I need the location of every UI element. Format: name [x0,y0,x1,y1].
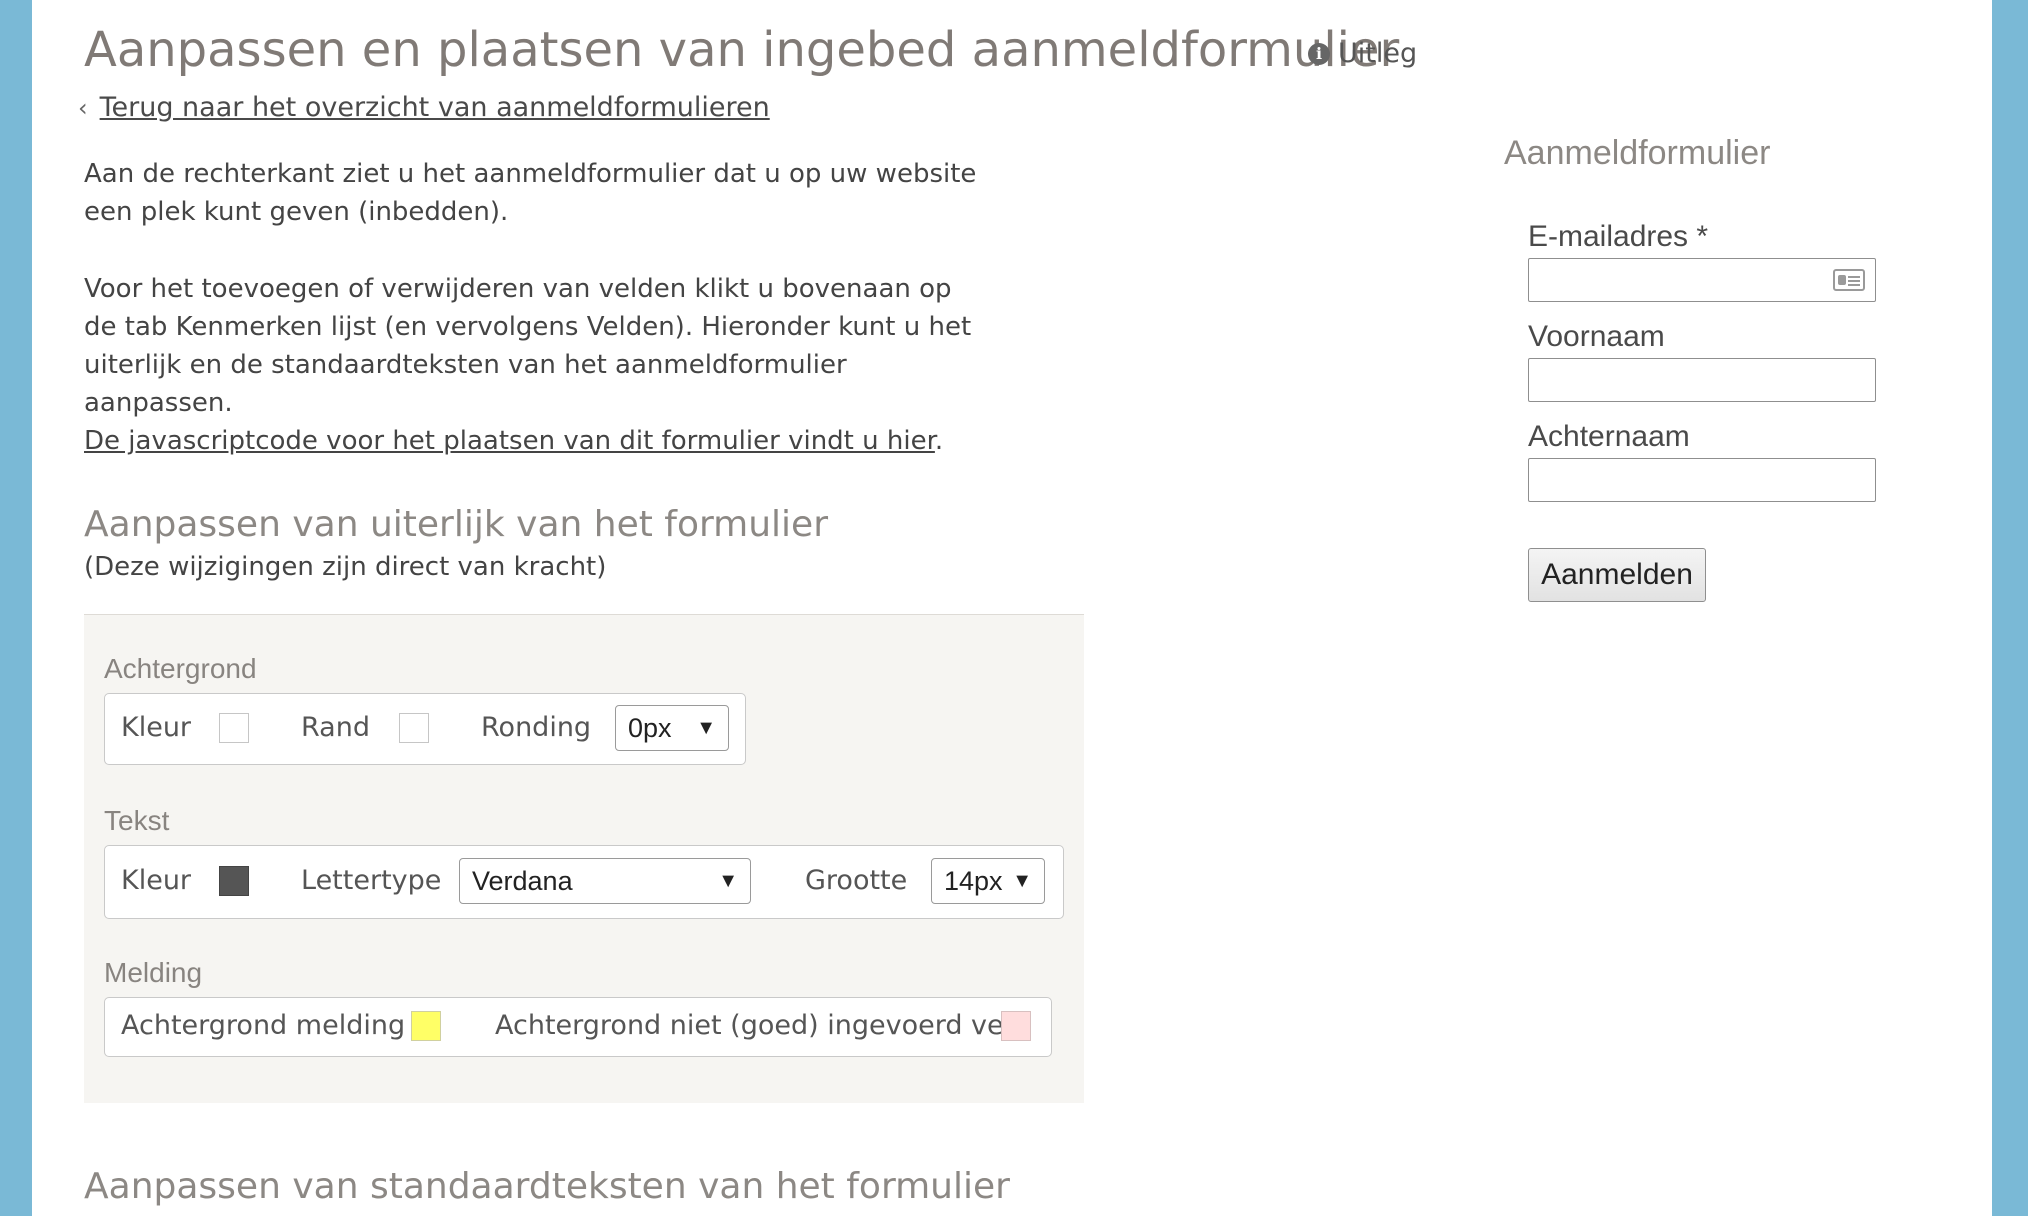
font-label: Lettertype [301,865,442,896]
invalid-field-bg-label: Achtergrond niet (goed) ingevoerd veld [495,1010,1029,1041]
text-group: Kleur Lettertype Verdana ▼ Grootte 14px … [104,845,1064,919]
chevron-down-icon: ▼ [1012,869,1032,892]
chevron-left-icon: ‹ [78,93,88,122]
submit-button[interactable]: Aanmelden [1528,548,1706,602]
background-border-swatch[interactable] [399,713,429,743]
appearance-panel: Achtergrond Kleur Rand Ronding 0px ▼ Tek… [84,614,1084,1103]
contact-card-icon[interactable] [1833,269,1865,291]
text-group-label: Tekst [104,805,170,836]
text-color-label: Kleur [121,865,192,896]
appearance-section-title: Aanpassen van uiterlijk van het formulie… [84,504,828,545]
chevron-down-icon: ▼ [696,716,716,739]
email-label: E-mailadres * [1528,220,1709,253]
texts-section-title: Aanpassen van standaardteksten van het f… [84,1166,1010,1207]
message-bg-swatch[interactable] [411,1011,441,1041]
background-group: Kleur Rand Ronding 0px ▼ [104,693,746,765]
lastname-label: Achternaam [1528,420,1690,453]
js-code-link[interactable]: De javascriptcode voor het plaatsen van … [84,426,935,456]
font-select[interactable]: Verdana ▼ [459,858,751,904]
background-color-swatch[interactable] [219,713,249,743]
background-group-label: Achtergrond [104,653,257,684]
intro-paragraph-1: Aan de rechterkant ziet u het aanmeldfor… [84,159,977,227]
email-field[interactable] [1528,258,1876,302]
info-icon: i [1308,42,1330,65]
back-link[interactable]: Terug naar het overzicht van aanmeldform… [100,92,770,123]
message-group-label: Melding [104,957,203,988]
text-color-swatch[interactable] [219,866,249,896]
size-value: 14px [944,865,1003,896]
chevron-down-icon: ▼ [718,869,738,892]
back-navigation: ‹ Terug naar het overzicht van aanmeldfo… [78,92,770,123]
firstname-field[interactable] [1528,358,1876,402]
intro-paragraph-3: De javascriptcode voor het plaatsen van … [84,422,984,460]
appearance-section-subtitle: (Deze wijzigingen zijn direct van kracht… [84,552,607,582]
rounding-select[interactable]: 0px ▼ [615,705,729,751]
preview-form-title: Aanmeldformulier [1504,134,1771,172]
message-bg-label: Achtergrond melding [121,1010,406,1041]
font-value: Verdana [472,865,573,896]
rounding-value: 0px [628,712,672,743]
intro-paragraph-2: Voor het toevoegen of verwijderen van ve… [84,274,972,418]
help-label: Uitleg [1338,38,1418,69]
firstname-label: Voornaam [1528,320,1665,353]
background-border-label: Rand [301,712,370,743]
js-link-suffix: . [934,426,944,456]
size-select[interactable]: 14px ▼ [931,858,1045,904]
message-group: Achtergrond melding Achtergrond niet (go… [104,997,1052,1057]
page-title: Aanpassen en plaatsen van ingebed aanmel… [84,22,1400,78]
invalid-field-bg-swatch[interactable] [1001,1011,1031,1041]
help-link[interactable]: i Uitleg [1308,38,1417,69]
background-color-label: Kleur [121,712,192,743]
size-label: Grootte [805,865,908,896]
lastname-field[interactable] [1528,458,1876,502]
rounding-label: Ronding [481,712,592,743]
page: Aanpassen en plaatsen van ingebed aanmel… [32,0,1992,1216]
